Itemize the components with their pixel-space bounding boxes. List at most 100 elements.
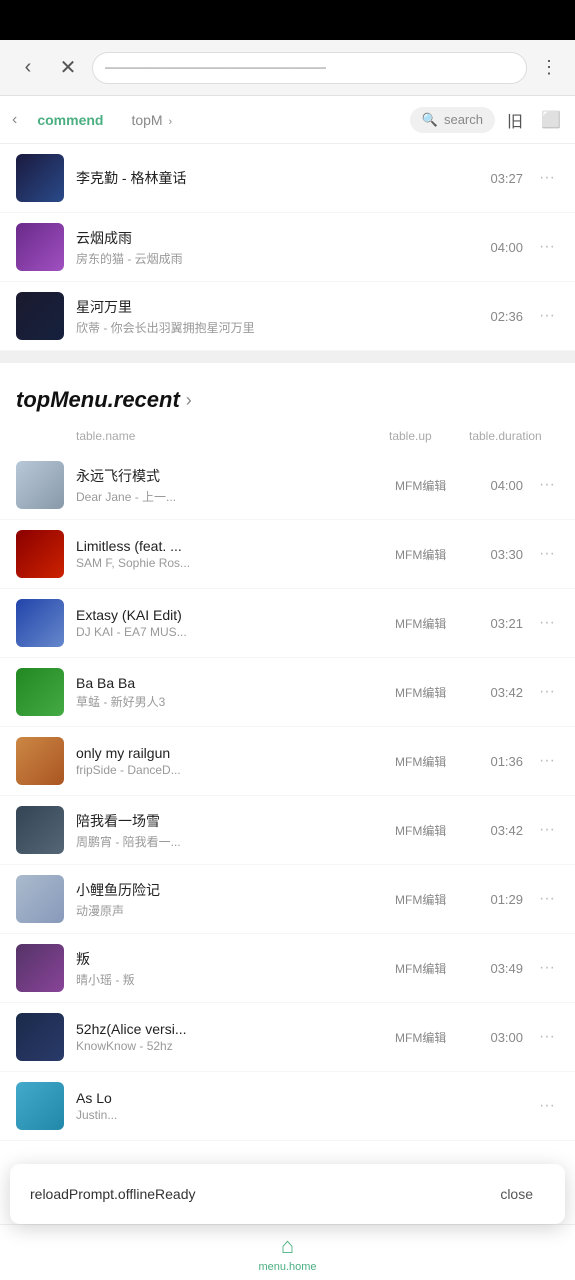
song-subtitle: 晴小瑶 - 叛 — [76, 971, 383, 988]
search-icon: 🔍 — [422, 112, 438, 128]
song-title: 永远飞行模式 — [76, 466, 383, 486]
recent-song-item[interactable]: 52hz(Alice versi... KnowKnow - 52hz MFM编… — [0, 1003, 575, 1072]
bottom-nav: ⌂ menu.home — [0, 1224, 575, 1280]
tab-prev-button[interactable]: ‹ — [8, 111, 21, 129]
back-button[interactable]: ‹ — [12, 52, 44, 84]
song-uploader: MFM编辑 — [395, 615, 465, 632]
song-more-button[interactable]: ··· — [535, 955, 559, 981]
song-more-button[interactable]: ··· — [535, 303, 559, 329]
view-icon-old[interactable]: 旧 — [499, 104, 531, 136]
song-title: 星河万里 — [76, 297, 478, 317]
song-subtitle: 动漫原声 — [76, 902, 383, 919]
song-item[interactable]: 李克勤 - 格林童话 03:27 ··· — [0, 144, 575, 213]
recent-song-item[interactable]: As Lo Justin... ··· — [0, 1072, 575, 1141]
song-uploader: MFM编辑 — [395, 477, 465, 494]
song-item[interactable]: 云烟成雨 房东的猫 - 云烟成雨 04:00 ··· — [0, 213, 575, 282]
song-info: 叛 晴小瑶 - 叛 — [76, 949, 383, 988]
recent-song-item[interactable]: 叛 晴小瑶 - 叛 MFM编辑 03:49 ··· — [0, 934, 575, 1003]
recent-song-item[interactable]: 陪我看一场雪 周鹏宵 - 陪我看一... MFM编辑 03:42 ··· — [0, 796, 575, 865]
song-subtitle: 草蜢 - 新好男人3 — [76, 693, 383, 710]
song-title: 52hz(Alice versi... — [76, 1021, 383, 1037]
song-item[interactable]: 星河万里 欣蒂 - 你会长出羽翼拥抱星河万里 02:36 ··· — [0, 282, 575, 351]
song-duration: 04:00 — [477, 478, 523, 493]
song-more-button[interactable]: ··· — [535, 1093, 559, 1119]
status-bar — [0, 0, 575, 40]
song-duration: 03:00 — [477, 1030, 523, 1045]
song-info: Extasy (KAI Edit) DJ KAI - EA7 MUS... — [76, 607, 383, 639]
top-song-list: 李克勤 - 格林童话 03:27 ··· 云烟成雨 房东的猫 - 云烟成雨 04… — [0, 144, 575, 351]
song-more-button[interactable]: ··· — [535, 748, 559, 774]
close-button[interactable]: ✕ — [52, 52, 84, 84]
song-thumbnail — [16, 1013, 64, 1061]
browser-bar: ‹ ✕ ──────────────────────── ⋮ — [0, 40, 575, 96]
section-title: topMenu.recent — [16, 387, 180, 413]
song-more-button[interactable]: ··· — [535, 234, 559, 260]
song-duration: 01:36 — [477, 754, 523, 769]
tab-topmenu[interactable]: topM › — [119, 106, 184, 134]
column-uploader: table.up — [389, 429, 469, 443]
song-subtitle: Justin... — [76, 1108, 523, 1122]
song-thumbnail — [16, 530, 64, 578]
song-info: 星河万里 欣蒂 - 你会长出羽翼拥抱星河万里 — [76, 297, 478, 336]
column-name: table.name — [76, 429, 389, 443]
offline-close-button[interactable]: close — [488, 1180, 545, 1208]
song-title: 李克勤 - 格林童话 — [76, 168, 478, 188]
song-thumbnail — [16, 1082, 64, 1130]
offline-text: reloadPrompt.offlineReady — [30, 1186, 196, 1202]
song-title: Limitless (feat. ... — [76, 538, 383, 554]
recent-section-header: topMenu.recent › — [0, 363, 575, 425]
recent-song-item[interactable]: only my railgun fripSide - DanceD... MFM… — [0, 727, 575, 796]
song-subtitle: 欣蒂 - 你会长出羽翼拥抱星河万里 — [76, 319, 478, 336]
recent-song-item[interactable]: Extasy (KAI Edit) DJ KAI - EA7 MUS... MF… — [0, 589, 575, 658]
section-chevron[interactable]: › — [186, 390, 192, 411]
song-more-button[interactable]: ··· — [535, 886, 559, 912]
song-duration: 03:42 — [477, 685, 523, 700]
song-subtitle: DJ KAI - EA7 MUS... — [76, 625, 383, 639]
song-thumbnail — [16, 668, 64, 716]
song-subtitle: 周鹏宵 - 陪我看一... — [76, 833, 383, 850]
song-info: Limitless (feat. ... SAM F, Sophie Ros..… — [76, 538, 383, 570]
song-more-button[interactable]: ··· — [535, 541, 559, 567]
song-subtitle: 房东的猫 - 云烟成雨 — [76, 250, 478, 267]
song-more-button[interactable]: ··· — [535, 165, 559, 191]
song-uploader: MFM编辑 — [395, 546, 465, 563]
recent-song-item[interactable]: 小鲤鱼历险记 动漫原声 MFM编辑 01:29 ··· — [0, 865, 575, 934]
recent-song-item[interactable]: 永远飞行模式 Dear Jane - 上一... MFM编辑 04:00 ··· — [0, 451, 575, 520]
view-icon-grid[interactable]: ⬜ — [535, 104, 567, 136]
song-title: 陪我看一场雪 — [76, 811, 383, 831]
song-subtitle: Dear Jane - 上一... — [76, 488, 383, 505]
song-info: 永远飞行模式 Dear Jane - 上一... — [76, 466, 383, 505]
song-more-button[interactable]: ··· — [535, 817, 559, 843]
tab-commend[interactable]: commend — [25, 106, 115, 134]
song-more-button[interactable]: ··· — [535, 1024, 559, 1050]
song-duration: 01:29 — [477, 892, 523, 907]
song-title: As Lo — [76, 1090, 523, 1106]
song-more-button[interactable]: ··· — [535, 610, 559, 636]
nav-home[interactable]: ⌂ menu.home — [258, 1233, 316, 1273]
tab-bar: ‹ commend topM › 🔍 search 旧 ⬜ — [0, 96, 575, 144]
song-thumbnail — [16, 223, 64, 271]
song-more-button[interactable]: ··· — [535, 472, 559, 498]
song-subtitle: SAM F, Sophie Ros... — [76, 556, 383, 570]
song-title: 叛 — [76, 949, 383, 969]
song-duration: 03:27 — [490, 171, 523, 186]
url-text: ──────────────────────── — [105, 60, 326, 75]
url-bar[interactable]: ──────────────────────── — [92, 52, 527, 84]
song-title: Ba Ba Ba — [76, 675, 383, 691]
song-info: only my railgun fripSide - DanceD... — [76, 745, 383, 777]
song-info: Ba Ba Ba 草蜢 - 新好男人3 — [76, 675, 383, 710]
more-button[interactable]: ⋮ — [535, 54, 563, 82]
song-duration: 04:00 — [490, 240, 523, 255]
recent-song-item[interactable]: Limitless (feat. ... SAM F, Sophie Ros..… — [0, 520, 575, 589]
offline-banner: reloadPrompt.offlineReady close — [10, 1164, 565, 1224]
recent-song-item[interactable]: Ba Ba Ba 草蜢 - 新好男人3 MFM编辑 03:42 ··· — [0, 658, 575, 727]
tab-chevron: › — [168, 116, 172, 128]
song-more-button[interactable]: ··· — [535, 679, 559, 705]
search-label: search — [444, 112, 483, 127]
song-thumbnail — [16, 292, 64, 340]
song-duration: 03:42 — [477, 823, 523, 838]
search-bar[interactable]: 🔍 search — [410, 107, 495, 133]
home-label: menu.home — [258, 1261, 316, 1273]
song-uploader: MFM编辑 — [395, 1029, 465, 1046]
song-duration: 03:49 — [477, 961, 523, 976]
